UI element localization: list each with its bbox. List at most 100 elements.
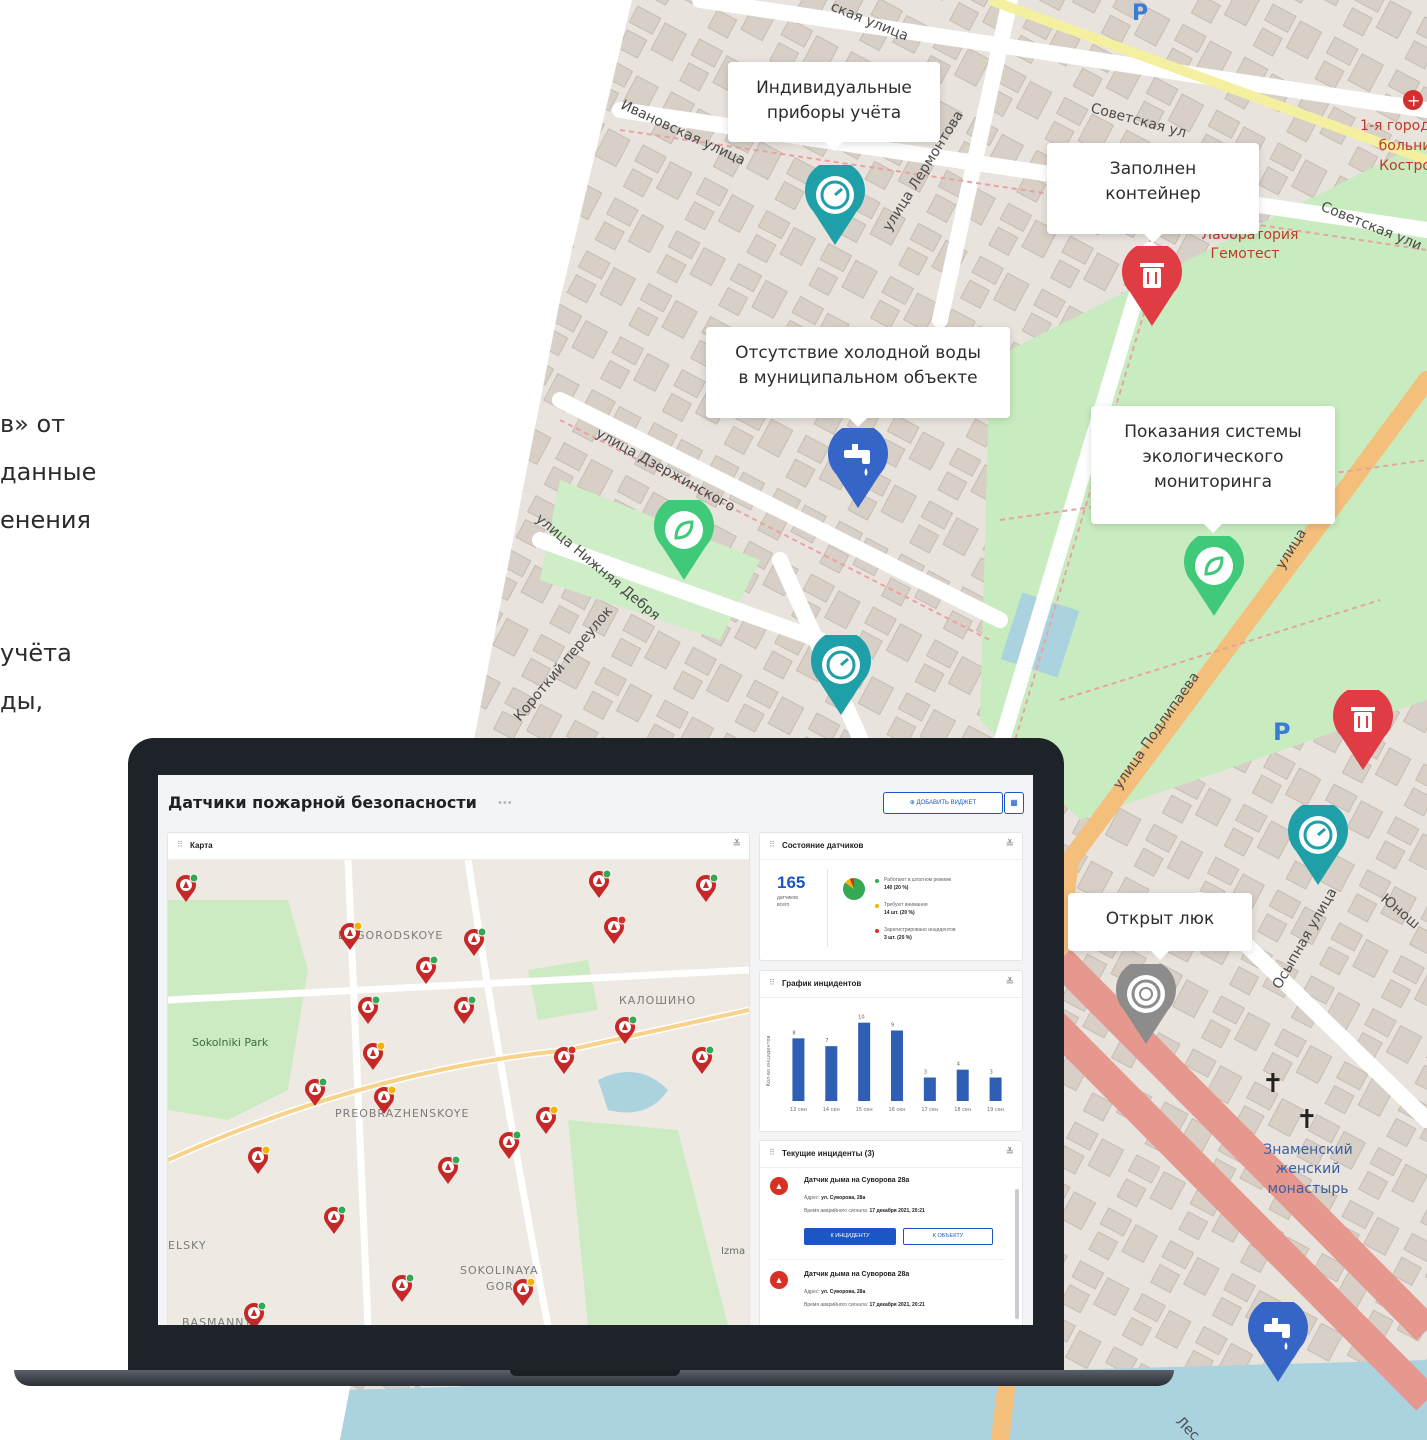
filter-icon[interactable]: ≚	[733, 839, 741, 850]
legend-value: 140 (20 %)	[884, 885, 909, 891]
time-label: Время аварийного сигнала:	[804, 1302, 869, 1308]
incidents-bar-chart: Кол-во инцидентов 8 13 сен 7 14 сен 10 15 сен 9…	[766, 1015, 1004, 1113]
sensor-total: 165	[777, 873, 806, 892]
callout-text: Открыт люк	[1105, 909, 1215, 929]
incidents-chart-card: ⠿ График инцидентов ≚ Кол-во инцидентов 8…	[759, 970, 1023, 1132]
legend-label: Зарегистрировано инцидентов	[884, 927, 956, 933]
drag-handle-icon[interactable]: ⠿	[769, 978, 775, 987]
address-label: Адрес:	[804, 1195, 820, 1201]
caption-line: всего	[777, 902, 790, 908]
sensor-total-caption: датчиков всего	[777, 895, 798, 909]
svg-text:+: +	[1407, 91, 1420, 110]
meter-pin-icon[interactable]	[1288, 805, 1348, 887]
card-title: Карта	[190, 841, 213, 850]
incident-name: Датчик дыма на Суворова 28а	[804, 1271, 910, 1278]
card-title: Состояние датчиков	[782, 841, 864, 850]
x-tick-label: 17 сен	[921, 1107, 938, 1113]
district-label: ELSKY	[168, 1239, 207, 1252]
eco-leaf-pin-icon[interactable]	[1184, 536, 1244, 618]
incident-address: Адрес: ул. Суворова, 28а	[804, 1195, 865, 1201]
legend-item: Работают в штатном режиме 140 (20 %)	[875, 877, 1020, 902]
time-value: 17 декабря 2021, 20:21	[869, 1302, 925, 1308]
scrollbar[interactable]	[1015, 1189, 1019, 1319]
place-label: Знаменский	[1263, 1142, 1352, 1158]
card-header: ⠿ Состояние датчиков ≚	[760, 833, 1022, 860]
chart-bar	[923, 1077, 936, 1101]
incident-address: Адрес: ул. Суворова, 28а	[804, 1289, 865, 1295]
incident-item[interactable]: ▲ Датчик дыма на Суворова 28а Адрес: ул.…	[760, 1171, 1012, 1261]
water-tap-pin-icon[interactable]	[828, 428, 888, 510]
legend-value: 3 шт. (20 %)	[884, 935, 912, 941]
x-tick-label: 14 сен	[823, 1107, 840, 1113]
drag-handle-icon[interactable]: ⠿	[769, 840, 775, 849]
drag-handle-icon[interactable]: ⠿	[769, 1148, 775, 1157]
district-label: КАЛОШИНО	[619, 994, 696, 1007]
caption-line: датчиков	[777, 895, 798, 901]
container-pin-icon[interactable]	[1122, 246, 1182, 328]
legend-dot	[875, 879, 879, 883]
water-tap-pin-icon[interactable]	[1248, 1302, 1308, 1384]
data-label: 4	[957, 1062, 960, 1068]
callout-text: контейнер	[1105, 184, 1201, 204]
incident-item[interactable]: ▲ Датчик дыма на Суворова 28а Адрес: ул.…	[760, 1265, 1012, 1325]
district-label: PREOBRAZHENSKOYE	[335, 1107, 469, 1120]
grid-layout-button[interactable]: ▦	[1004, 792, 1024, 814]
data-label: 7	[825, 1038, 828, 1044]
container-pin-icon[interactable]	[1333, 690, 1393, 772]
meter-pin-icon[interactable]	[805, 165, 865, 247]
status-pie-chart	[843, 878, 865, 900]
go-to-incident-button[interactable]: к инциденту	[804, 1228, 896, 1245]
add-widget-button[interactable]: ⊕ добавить виджет	[883, 792, 1003, 814]
sensor-status-card: ⠿ Состояние датчиков ≚ 165 датчиков всег…	[759, 832, 1023, 961]
filter-icon[interactable]: ≚	[1006, 1147, 1014, 1158]
place-label: больни	[1379, 138, 1427, 154]
data-label: 8	[792, 1030, 795, 1036]
callout-text: в муниципальном объекте	[738, 368, 978, 388]
status-legend: Работают в штатном режиме 140 (20 %) Требу…	[875, 877, 1020, 952]
callout-meters: Индивидуальные приборы учёта	[728, 62, 940, 151]
drag-handle-icon[interactable]: ⠿	[177, 840, 183, 849]
chart-bar	[891, 1030, 903, 1101]
add-widget-label: добавить виджет	[916, 800, 977, 806]
more-icon[interactable]: •••	[498, 797, 513, 809]
legend-label: Требуют внимания	[884, 902, 928, 908]
hatch-pin-icon[interactable]	[1116, 964, 1176, 1046]
card-header: ⠿ График инцидентов ≚	[760, 971, 1022, 998]
chart-bar	[825, 1046, 838, 1101]
legend-item: Требуют внимания 14 шт. (20 %)	[875, 902, 1020, 927]
chart-bar	[858, 1022, 871, 1101]
place-label: женский	[1276, 1161, 1341, 1177]
legend-dot	[875, 904, 879, 908]
callout-text: приборы учёта	[766, 103, 902, 123]
fire-icon: ▲	[770, 1177, 788, 1195]
callout-text: экологического	[1142, 447, 1284, 467]
y-axis-label: Кол-во инцидентов	[766, 1035, 772, 1086]
chart-bar	[989, 1077, 1002, 1101]
dashboard-title: Датчики пожарной безопасности	[168, 793, 477, 812]
laptop-notch	[510, 1370, 680, 1376]
cross-icon: ✝	[1262, 1069, 1284, 1099]
data-label: 10	[858, 1015, 864, 1021]
filter-icon[interactable]: ≚	[1006, 977, 1014, 988]
time-value: 17 декабря 2021, 20:21	[869, 1208, 925, 1214]
callout-text: мониторинга	[1154, 472, 1272, 492]
chart-bar	[792, 1038, 805, 1101]
current-incidents-card: ⠿ Текущие инциденты (3) ≚ ▲ Датчик дыма …	[759, 1140, 1023, 1325]
callout-text: Отсутствие холодной воды	[735, 343, 981, 363]
district-label: BASMANNY	[182, 1316, 252, 1325]
eco-leaf-pin-icon[interactable]	[654, 500, 714, 582]
park-label: Sokolniki Park	[192, 1036, 269, 1049]
data-label: 3	[990, 1070, 993, 1076]
map-card: ⠿ Карта ≚ BOGORODSKOYE КАЛОШИНО PREOBRAZ…	[167, 832, 750, 1325]
address-label: Адрес:	[804, 1289, 820, 1295]
time-label: Время аварийного сигнала:	[804, 1208, 869, 1214]
callout-water: Отсутствие холодной воды в муниципальном…	[706, 327, 1010, 427]
legend-value: 14 шт. (20 %)	[884, 910, 915, 916]
filter-icon[interactable]: ≚	[1006, 839, 1014, 850]
card-title: Текущие инциденты (3)	[782, 1149, 875, 1158]
callout-text: Индивидуальные	[756, 78, 912, 98]
card-header: ⠿ Карта ≚	[168, 833, 749, 860]
city-map[interactable]: BOGORODSKOYE КАЛОШИНО PREOBRAZHENSKOYE E…	[168, 860, 749, 1325]
go-to-object-button[interactable]: к объекту	[903, 1228, 993, 1245]
meter-pin-icon[interactable]	[811, 635, 871, 717]
